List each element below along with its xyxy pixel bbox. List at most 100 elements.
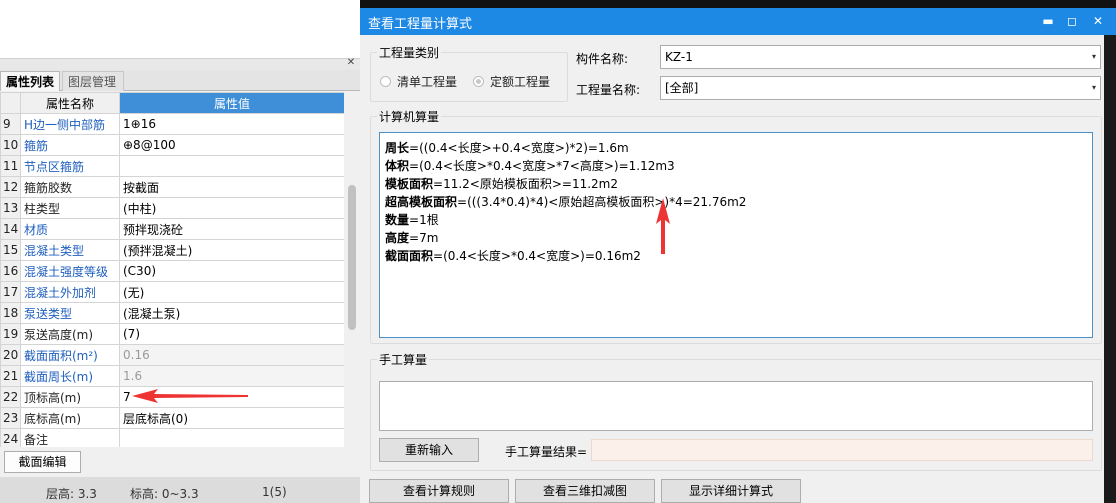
property-name: 泵送高度(m) [20,323,120,345]
formula-line: 截面面积=(0.4<长度>*0.4<宽度>)=0.16m2 [385,247,1087,265]
table-row[interactable]: 15 混凝土类型 (预拌混凝土) [0,239,345,261]
table-row[interactable]: 11 节点区箍筋 [0,155,345,177]
minimize-icon[interactable]: ▬ [1038,11,1058,31]
table-row[interactable]: 21 截面周长(m) 1.6 [0,365,345,387]
section-edit-button[interactable]: 截面编辑 [4,451,81,473]
header-property-value: 属性值 [119,92,345,114]
formula-expression: =7m [409,231,439,245]
radio-label: 清单工程量 [397,75,458,89]
dialog-title-bar: 查看工程量计算式 ▬ ◻ ✕ [360,8,1116,35]
formula-line: 高度=7m [385,229,1087,247]
radio-bill-quantity[interactable]: 清单工程量 [380,73,457,90]
table-row[interactable]: 14 材质 预拌现浇砼 [0,218,345,240]
header-number [0,92,21,114]
property-name: 顶标高(m) [20,386,120,408]
table-row[interactable]: 18 泵送类型 (混凝土泵) [0,302,345,324]
formula-label: 模板面积 [385,177,434,191]
property-value[interactable]: (C30) [119,260,345,282]
radio-circle-icon [380,76,391,87]
property-value[interactable]: 按截面 [119,176,345,198]
row-number: 16 [0,260,21,282]
chevron-down-icon: ▾ [1091,83,1096,92]
table-row[interactable]: 19 泵送高度(m) (7) [0,323,345,345]
reenter-button[interactable]: 重新输入 [379,438,479,462]
formula-label: 超高模板面积 [385,195,458,209]
status-bar: 层高: 3.3 标高: 0~3.3 1(5) [0,477,360,503]
property-name: 底标高(m) [20,407,120,429]
property-name: 柱类型 [20,197,120,219]
table-row[interactable]: 10 箍筋 ⊕8@100 [0,134,345,156]
radio-quota-quantity[interactable]: 定额工程量 [473,73,550,90]
formula-label: 体积 [385,159,410,173]
property-value[interactable]: 1⊕16 [119,113,345,135]
dialog-title: 查看工程量计算式 [368,17,473,32]
property-value[interactable] [119,155,345,177]
component-name-label: 构件名称: [576,52,629,66]
formula-line: 数量=1根 [385,211,1087,229]
panel-header-strip [0,58,360,70]
quantity-name-select[interactable]: [全部] ▾ [660,76,1101,100]
property-value[interactable]: 0.16 [119,344,345,366]
formula-expression: =11.2<原始模板面积>=11.2m2 [433,177,618,191]
row-number: 20 [0,344,21,366]
computer-calc-legend: 计算机算量 [379,110,440,124]
property-name: 混凝土强度等级 [20,260,120,282]
row-number: 21 [0,365,21,387]
property-name: 截面面积(m²) [20,344,120,366]
panel-close-icon[interactable]: ✕ [345,57,357,69]
maximize-icon[interactable]: ◻ [1062,11,1082,31]
property-value[interactable]: 预拌现浇砼 [119,218,345,240]
property-name: 节点区箍筋 [20,155,120,177]
component-name-select[interactable]: KZ-1 ▾ [660,45,1101,69]
property-name: 泵送类型 [20,302,120,324]
annotation-arrow-formula [656,198,670,254]
property-name: H边一侧中部筋 [20,113,120,135]
manual-input-area[interactable] [379,381,1093,431]
property-value[interactable]: (混凝土泵) [119,302,345,324]
table-row[interactable]: 9 H边一侧中部筋 1⊕16 [0,113,345,135]
annotation-arrow-left [132,389,248,403]
tab-layer-management[interactable]: 图层管理 [62,71,124,91]
property-name: 箍筋 [20,134,120,156]
property-value[interactable]: (7) [119,323,345,345]
table-row[interactable]: 12 箍筋胶数 按截面 [0,176,345,198]
manual-result-field [591,439,1093,461]
property-value[interactable]: (无) [119,281,345,303]
formula-label: 数量 [385,213,410,227]
canvas-area [0,0,360,58]
formula-text-area[interactable]: 周长=((0.4<长度>+0.4<宽度>)*2)=1.6m 体积=(0.4<长度>… [379,132,1093,338]
property-value[interactable]: (中柱) [119,197,345,219]
manual-calc-legend: 手工算量 [379,353,428,367]
formula-expression: =(((3.4*0.4)*4)<原始超高模板面积>)*4=21.76m2 [457,195,747,209]
property-name: 混凝土类型 [20,239,120,261]
scrollbar-thumb[interactable] [348,185,356,330]
radio-label: 定额工程量 [490,75,551,89]
property-value[interactable]: ⊕8@100 [119,134,345,156]
table-row[interactable]: 16 混凝土强度等级 (C30) [0,260,345,282]
property-value[interactable]: 层底标高(0) [119,407,345,429]
formula-expression: =1根 [409,213,439,227]
property-name: 材质 [20,218,120,240]
formula-line: 周长=((0.4<长度>+0.4<宽度>)*2)=1.6m [385,139,1087,157]
property-value[interactable]: 1.6 [119,365,345,387]
formula-expression: =((0.4<长度>+0.4<宽度>)*2)=1.6m [409,141,629,155]
table-row[interactable]: 17 混凝土外加剂 (无) [0,281,345,303]
formula-label: 截面面积 [385,249,434,263]
view-calc-rules-button[interactable]: 查看计算规则 [369,479,509,503]
status-count: 1(5) [262,485,287,499]
formula-expression: =(0.4<长度>*0.4<宽度>*7<高度>)=1.12m3 [409,159,675,173]
table-row[interactable]: 23 底标高(m) 层底标高(0) [0,407,345,429]
show-detailed-formula-button[interactable]: 显示详细计算式 [661,479,801,503]
quantity-type-legend: 工程量类别 [379,46,440,60]
background-strip [360,0,1116,8]
formula-line: 模板面积=11.2<原始模板面积>=11.2m2 [385,175,1087,193]
header-property-name: 属性名称 [20,92,120,114]
close-icon[interactable]: ✕ [1088,11,1108,31]
tab-property-list[interactable]: 属性列表 [0,71,60,91]
formula-line: 体积=(0.4<长度>*0.4<宽度>*7<高度>)=1.12m3 [385,157,1087,175]
table-row[interactable]: 20 截面面积(m²) 0.16 [0,344,345,366]
property-value[interactable]: (预拌混凝土) [119,239,345,261]
view-3d-deduction-button[interactable]: 查看三维扣减图 [515,479,655,503]
table-row[interactable]: 13 柱类型 (中柱) [0,197,345,219]
table-header-row: 属性名称 属性值 [0,92,345,114]
